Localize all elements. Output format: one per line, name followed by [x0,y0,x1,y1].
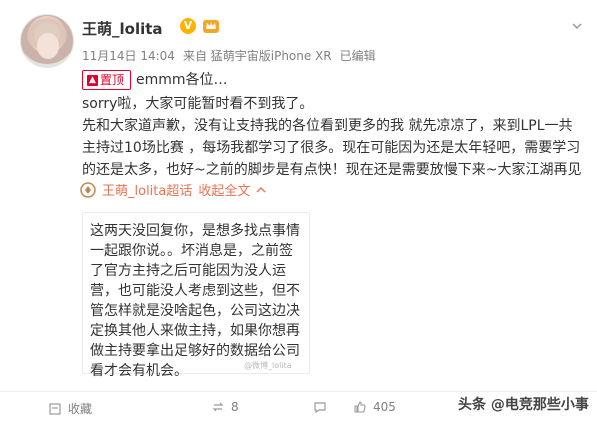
repost-button[interactable]: 8 [211,400,239,414]
favorite-label: 收藏 [68,402,93,416]
post-paragraph: sorry啦，大家可能暂时看不到我了。 [82,96,314,112]
supertopic-icon [80,181,96,198]
bookmark-icon [49,402,61,415]
post-body: sorry啦，大家可能暂时看不到我了。 先和大家道声歉，没有让支持我的各位看到更… [82,93,582,181]
author-name[interactable]: 王萌_lolita [82,18,163,39]
verified-badge-icon: V [180,18,196,34]
favorite-button[interactable]: 收藏 [48,400,92,417]
avatar-face [37,33,59,59]
pin-icon: ▲ [87,74,98,86]
post-source: 来自 猛萌宇宙版iPhone XR [182,49,332,63]
pinned-label: 置顶 [100,73,125,87]
image-watermark: @微博_lolita [244,361,292,370]
member-crown-icon [203,20,219,33]
pinned-badge: ▲ 置顶 [82,70,132,90]
comment-icon [314,402,326,414]
like-button[interactable]: 405 [353,400,396,414]
post-paragraph: 先和大家道声歉，没有让支持我的各位看到更多的我 就先凉凉了，来到LPL一共主持过… [82,118,582,178]
collapse-button[interactable]: 收起全文 [198,180,250,199]
supertopic-row: 王萌_lolita超话 收起全文 [80,180,266,199]
post-meta: 11月14日 14:04 来自 猛萌宇宙版iPhone XR 已编辑 [82,47,376,64]
thumbs-up-icon [354,401,366,413]
chevron-down-icon[interactable] [571,20,583,32]
repost-count: 8 [231,400,239,414]
chevron-up-icon[interactable] [256,185,266,195]
source-watermark: 头条 @电竞那些小事 [458,397,589,413]
image-text: 这两天没回复你，是想多找点事情一起跟你说。。坏消息是，之前签了官方主持之后可能因… [90,223,300,379]
author-avatar[interactable] [20,14,74,68]
edited-label[interactable]: 已编辑 [340,49,376,63]
pinned-title: emmm各位… [136,72,228,88]
like-count: 405 [373,400,396,414]
supertopic-link[interactable]: 王萌_lolita超话 [102,180,192,199]
post-time[interactable]: 11月14日 14:04 [82,49,175,63]
repost-icon [212,402,224,412]
comment-button[interactable] [313,400,333,414]
